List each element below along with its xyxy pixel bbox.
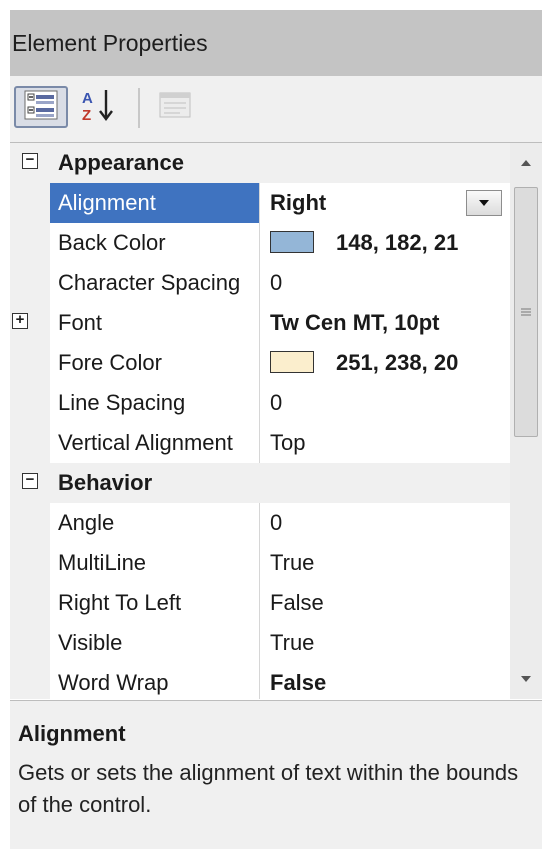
- alphabetical-button[interactable]: A Z: [74, 86, 130, 128]
- property-name: Word Wrap: [50, 663, 260, 699]
- property-value: True: [270, 550, 315, 575]
- expand-icon[interactable]: +: [12, 312, 28, 329]
- property-value: 0: [270, 510, 283, 535]
- description-text: Gets or sets the alignment of text withi…: [18, 760, 519, 817]
- property-row-line-spacing[interactable]: Line Spacing 0: [10, 383, 510, 423]
- row-gutter: [10, 383, 50, 423]
- categorized-button[interactable]: [14, 86, 68, 128]
- property-value: Right: [270, 190, 327, 215]
- category-appearance[interactable]: − Appearance: [10, 143, 510, 183]
- category-behavior[interactable]: − Behavior: [10, 463, 510, 503]
- row-gutter: [10, 623, 50, 663]
- toolbar-separator: [138, 88, 140, 128]
- property-value-field[interactable]: Top: [262, 423, 510, 463]
- property-value-field[interactable]: Right: [262, 183, 510, 223]
- property-name: Vertical Alignment: [50, 423, 260, 463]
- alphabetical-icon: A Z: [80, 87, 124, 128]
- dropdown-arrow-icon: [478, 183, 490, 223]
- row-gutter: [10, 343, 50, 383]
- property-value: Top: [270, 430, 306, 455]
- property-value: 0: [270, 390, 283, 415]
- property-row-vertical-alignment[interactable]: Vertical Alignment Top: [10, 423, 510, 463]
- property-name: Alignment: [50, 183, 260, 223]
- property-value-field[interactable]: False: [262, 583, 510, 623]
- row-gutter: [10, 263, 50, 303]
- panel-title-bar: Element Properties: [10, 10, 542, 76]
- property-value: True: [270, 630, 315, 655]
- svg-text:A: A: [82, 90, 93, 107]
- property-row-back-color[interactable]: Back Color 148, 182, 21: [10, 223, 510, 263]
- property-row-multiline[interactable]: MultiLine True: [10, 543, 510, 583]
- property-row-font[interactable]: + Font Tw Cen MT, 10pt: [10, 303, 510, 343]
- property-value: Tw Cen MT, 10pt: [270, 310, 440, 335]
- property-row-fore-color[interactable]: Fore Color 251, 238, 20: [10, 343, 510, 383]
- property-value-field[interactable]: Tw Cen MT, 10pt: [262, 303, 510, 343]
- property-value: False: [270, 670, 327, 695]
- row-gutter: [10, 503, 50, 543]
- property-name: Visible: [50, 623, 260, 663]
- property-grid: − Appearance Alignment Right Back Color …: [10, 142, 542, 699]
- row-gutter: [10, 223, 50, 263]
- property-name: Character Spacing: [50, 263, 260, 303]
- property-row-character-spacing[interactable]: Character Spacing 0: [10, 263, 510, 303]
- property-name: Back Color: [50, 223, 260, 263]
- property-pages-icon: [158, 90, 192, 125]
- collapse-icon[interactable]: −: [22, 152, 38, 169]
- property-name: Line Spacing: [50, 383, 260, 423]
- color-swatch: [270, 351, 314, 374]
- svg-text:Z: Z: [82, 107, 91, 123]
- vertical-scrollbar[interactable]: [510, 143, 542, 699]
- categorized-icon: [24, 90, 58, 125]
- property-toolbar: A Z: [10, 76, 542, 143]
- color-swatch: [270, 231, 314, 254]
- property-value-field[interactable]: 0: [262, 503, 510, 543]
- property-value-field[interactable]: True: [262, 543, 510, 583]
- property-row-alignment[interactable]: Alignment Right: [10, 183, 510, 223]
- property-value: 148, 182, 21: [336, 230, 459, 255]
- property-value-field[interactable]: True: [262, 623, 510, 663]
- scroll-thumb[interactable]: [514, 187, 538, 437]
- scroll-down-arrow-icon: [520, 672, 532, 686]
- category-label: Appearance: [58, 150, 184, 175]
- property-value-field[interactable]: 0: [262, 383, 510, 423]
- property-name: Right To Left: [50, 583, 260, 623]
- category-label: Behavior: [58, 470, 153, 495]
- property-value-field[interactable]: 148, 182, 21: [262, 223, 510, 263]
- row-gutter: [10, 583, 50, 623]
- description-title: Alignment: [18, 721, 126, 746]
- description-pane: Alignment Gets or sets the alignment of …: [10, 700, 542, 849]
- scroll-down-button[interactable]: [510, 659, 542, 699]
- property-name: MultiLine: [50, 543, 260, 583]
- property-pages-button[interactable]: [150, 86, 200, 128]
- property-name: Fore Color: [50, 343, 260, 383]
- property-row-right-to-left[interactable]: Right To Left False: [10, 583, 510, 623]
- row-gutter: [10, 543, 50, 583]
- property-value: 0: [270, 270, 283, 295]
- property-row-word-wrap[interactable]: Word Wrap False: [10, 663, 510, 699]
- grip-icon: [520, 304, 532, 320]
- row-gutter: [10, 663, 50, 699]
- row-gutter: [10, 183, 50, 223]
- property-value: False: [270, 590, 324, 615]
- row-gutter: [10, 423, 50, 463]
- property-row-visible[interactable]: Visible True: [10, 623, 510, 663]
- scroll-up-button[interactable]: [510, 143, 542, 183]
- collapse-icon[interactable]: −: [22, 472, 38, 489]
- property-name: Angle: [50, 503, 260, 543]
- property-value-field[interactable]: False: [262, 663, 510, 699]
- property-value: 251, 238, 20: [336, 350, 459, 375]
- panel-title: Element Properties: [12, 29, 208, 56]
- property-value-field[interactable]: 251, 238, 20: [262, 343, 510, 383]
- scroll-up-arrow-icon: [520, 156, 532, 170]
- property-row-angle[interactable]: Angle 0: [10, 503, 510, 543]
- property-value-field[interactable]: 0: [262, 263, 510, 303]
- property-name: Font: [50, 303, 260, 343]
- dropdown-button[interactable]: [466, 190, 502, 216]
